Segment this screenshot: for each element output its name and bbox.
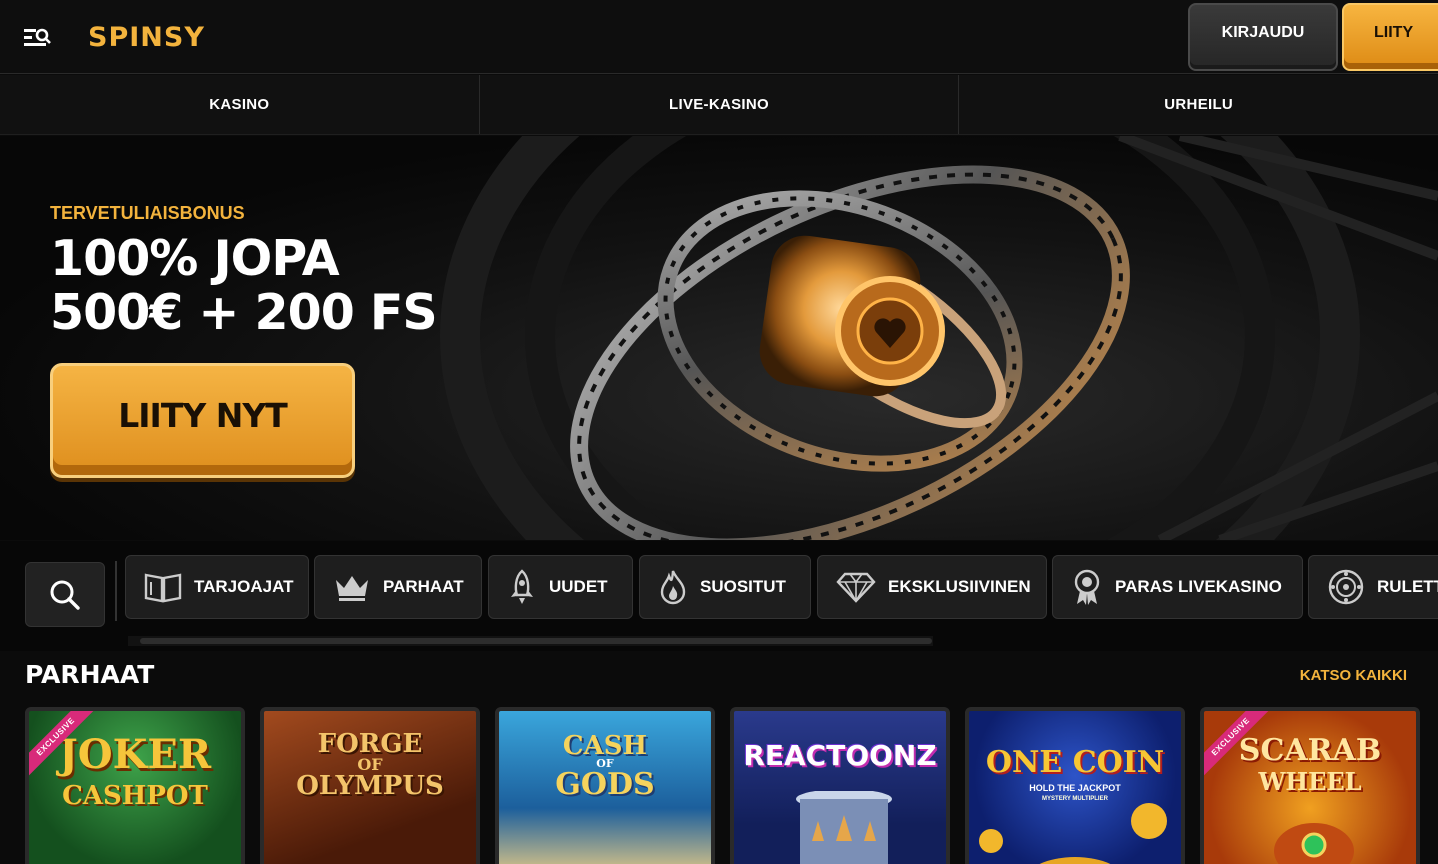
filter-divider bbox=[115, 561, 117, 621]
spinsy-logo[interactable]: SPINSY bbox=[88, 22, 205, 53]
award-icon bbox=[1074, 569, 1100, 605]
filter-scroll-thumb[interactable] bbox=[140, 638, 932, 644]
game-card-cash-of-gods[interactable]: CASH OF GODS bbox=[495, 707, 715, 864]
game-card-one-coin[interactable]: ONE COIN HOLD THE JACKPOT MYSTERY MULTIP… bbox=[965, 707, 1185, 864]
filter-label: EKSKLUSIIVINEN bbox=[888, 577, 1031, 596]
see-all-link[interactable]: KATSO KAIKKI bbox=[1300, 667, 1407, 684]
hero-headline-line2: 500€ + 200 FS bbox=[50, 284, 438, 341]
main-nav: KASINO LIVE-KASINO URHEILU bbox=[0, 75, 1438, 135]
game-card-scarab-wheel[interactable]: SCARAB WHEEL EXCLUSIVE bbox=[1200, 707, 1420, 864]
game-card-joker-cashpot[interactable]: JOKER CASHPOT EXCLUSIVE bbox=[25, 707, 245, 864]
filter-label: RULETTI bbox=[1377, 577, 1438, 596]
game-card-forge-of-olympus[interactable]: FORGE OF OLYMPUS bbox=[260, 707, 480, 864]
scarab-eye-illustration bbox=[1274, 823, 1354, 864]
login-button[interactable]: KIRJAUDU bbox=[1188, 3, 1338, 71]
game-tagline: HOLD THE JACKPOT bbox=[1029, 783, 1121, 793]
hero-headline-line1: 100% JOPA bbox=[50, 230, 340, 287]
section-title: PARHAAT bbox=[25, 660, 155, 689]
filter-uudet[interactable]: UUDET bbox=[488, 555, 633, 619]
category-filter-bar: TARJOAJAT PARHAAT UUDET SUOSITUT EKSKLUS… bbox=[0, 541, 1438, 651]
hero-headline: 100% JOPA 500€ + 200 FS bbox=[50, 230, 438, 341]
menu-search-icon[interactable] bbox=[22, 26, 54, 50]
hero-eyebrow: TERVETULIAISBONUS bbox=[50, 203, 245, 223]
top-header: SPINSY KIRJAUDU LIITY bbox=[0, 0, 1438, 74]
filter-ekskluusiivinen[interactable]: EKSKLUSIIVINEN bbox=[817, 555, 1047, 619]
filter-paras-livekasino[interactable]: PARAS LIVEKASINO bbox=[1052, 555, 1303, 619]
search-icon bbox=[50, 580, 80, 610]
filter-scrollbar[interactable] bbox=[128, 636, 933, 646]
game-subtitle: WHEEL bbox=[1258, 767, 1362, 796]
roulette-icon bbox=[1328, 569, 1364, 605]
nav-item-live-kasino[interactable]: LIVE-KASINO bbox=[480, 75, 960, 134]
hero-banner: TERVETULIAISBONUS 100% JOPA 500€ + 200 F… bbox=[0, 136, 1438, 540]
nav-item-urheilu[interactable]: URHEILU bbox=[959, 75, 1438, 134]
game-subtitle: OLYMPUS bbox=[296, 771, 444, 801]
game-title: ONE COIN bbox=[985, 745, 1165, 780]
rocket-icon bbox=[511, 569, 533, 604]
filter-label: SUOSITUT bbox=[700, 577, 786, 596]
crown-icon bbox=[336, 576, 368, 601]
game-card-reactoonz[interactable]: REACTOONZ bbox=[730, 707, 950, 864]
filter-tarjoajat[interactable]: TARJOAJAT bbox=[125, 555, 309, 619]
game-subtitle: GODS bbox=[555, 767, 655, 802]
game-subtitle: CASHPOT bbox=[62, 781, 208, 811]
nav-item-kasino[interactable]: KASINO bbox=[0, 75, 480, 134]
filter-label: TARJOAJAT bbox=[194, 577, 294, 596]
reactoonz-alien-illustration bbox=[796, 791, 892, 864]
book-icon bbox=[144, 573, 182, 603]
search-button[interactable] bbox=[25, 562, 105, 627]
join-button[interactable]: LIITY bbox=[1342, 3, 1438, 71]
gold-coins-illustration bbox=[979, 803, 1167, 864]
filter-label: UUDET bbox=[549, 577, 608, 596]
game-title: REACTOONZ bbox=[743, 739, 937, 772]
filter-parhaat[interactable]: PARHAAT bbox=[314, 555, 482, 619]
filter-label: PARAS LIVEKASINO bbox=[1115, 577, 1282, 596]
flame-icon bbox=[660, 570, 686, 605]
filter-ruletti[interactable]: RULETTI bbox=[1308, 555, 1438, 619]
filter-suositut[interactable]: SUOSITUT bbox=[639, 555, 811, 619]
filter-label: PARHAAT bbox=[383, 577, 464, 596]
hero-dice-rings-illustration bbox=[440, 136, 1438, 540]
join-now-button[interactable]: LIITY NYT bbox=[50, 363, 355, 478]
diamond-icon bbox=[836, 572, 876, 603]
